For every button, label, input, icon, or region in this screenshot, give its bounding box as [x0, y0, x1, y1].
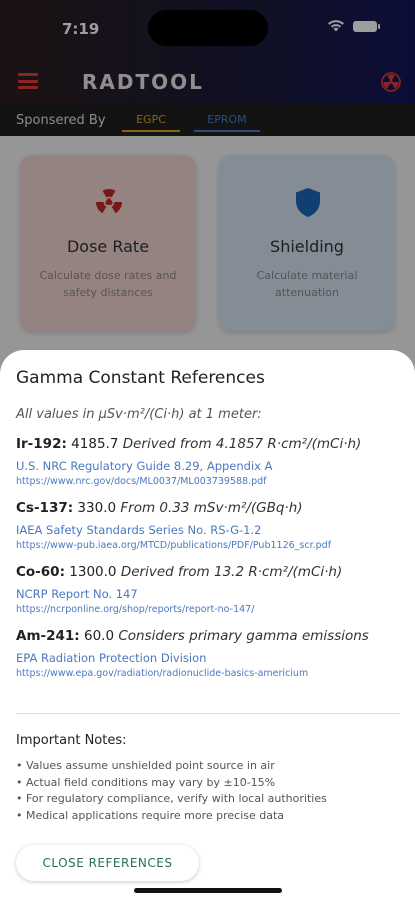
gamma-value: 330.0 — [77, 500, 117, 516]
reference-source: NCRP Report No. 147 — [16, 587, 138, 601]
reference-item-ir-192: Ir-192: 4185.7 Derived from 4.1857 R·cm²… — [16, 436, 406, 487]
note-item: • Medical applications require more prec… — [16, 808, 285, 822]
reference-source: EPA Radiation Protection Division — [16, 651, 207, 665]
sheet-title: Gamma Constant References — [16, 368, 265, 388]
reference-link[interactable]: https://www.nrc.gov/docs/ML0037/ML003739… — [16, 476, 406, 487]
value-description: Derived from 4.1857 R·cm²/(mCi·h) — [122, 436, 362, 452]
reference-line: Am-241: 60.0 Considers primary gamma emi… — [16, 628, 406, 644]
reference-item-cs-137: Cs-137: 330.0 From 0.33 mSv·m²/(GBq·h) I… — [16, 500, 406, 551]
note-item: • For regulatory compliance, verify with… — [16, 792, 327, 805]
value-description: Considers primary gamma emissions — [118, 628, 369, 644]
gamma-value: 60.0 — [84, 628, 115, 644]
reference-link[interactable]: https://www.epa.gov/radiation/radionucli… — [16, 668, 406, 679]
value-description: Derived from 13.2 R·cm²/(mCi·h) — [120, 564, 343, 580]
reference-item-am-241: Am-241: 60.0 Considers primary gamma emi… — [16, 628, 406, 679]
isotope-name: Ir-192: — [16, 436, 67, 452]
references-bottom-sheet: Gamma Constant References All values in … — [0, 350, 415, 900]
close-references-button[interactable]: CLOSE REFERENCES — [16, 845, 199, 881]
isotope-name: Cs-137: — [16, 500, 74, 516]
notes-title: Important Notes: — [16, 733, 127, 748]
note-item: • Values assume unshielded point source … — [16, 759, 275, 772]
gamma-value: 4185.7 — [71, 436, 119, 452]
value-description: From 0.33 mSv·m²/(GBq·h) — [120, 500, 303, 516]
reference-line: Cs-137: 330.0 From 0.33 mSv·m²/(GBq·h) — [16, 500, 406, 516]
note-item: • Actual field conditions may vary by ±1… — [16, 775, 276, 789]
home-indicator[interactable] — [134, 888, 282, 893]
isotope-name: Co-60: — [16, 564, 65, 580]
reference-item-co-60: Co-60: 1300.0 Derived from 13.2 R·cm²/(m… — [16, 564, 406, 615]
units-note: All values in μSv·m²/(Ci·h) at 1 meter: — [16, 407, 262, 422]
notes-list: • Values assume unshielded point source … — [16, 758, 327, 824]
reference-link[interactable]: https://www-pub.iaea.org/MTCD/publicatio… — [16, 540, 406, 551]
reference-line: Co-60: 1300.0 Derived from 13.2 R·cm²/(m… — [16, 564, 406, 580]
reference-line: Ir-192: 4185.7 Derived from 4.1857 R·cm²… — [16, 436, 406, 452]
isotope-name: Am-241: — [16, 628, 80, 644]
divider — [16, 713, 400, 714]
reference-link[interactable]: https://ncrponline.org/shop/reports/repo… — [16, 604, 406, 615]
gamma-value: 1300.0 — [69, 564, 117, 580]
reference-source: IAEA Safety Standards Series No. RS-G-1.… — [16, 523, 262, 537]
reference-source: U.S. NRC Regulatory Guide 8.29, Appendix… — [16, 459, 273, 473]
